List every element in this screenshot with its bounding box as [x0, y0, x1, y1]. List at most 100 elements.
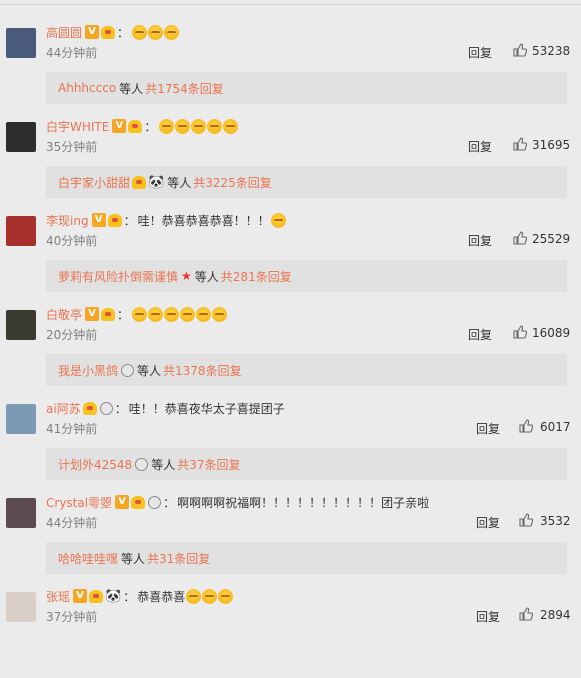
- thumbs-up-icon[interactable]: [519, 513, 534, 527]
- verified-v-icon: V: [91, 213, 106, 227]
- emoji-icon: [270, 212, 286, 228]
- like-count: 2894: [540, 608, 571, 622]
- member-crown-icon: [101, 25, 116, 39]
- reply-summary[interactable]: Ahhhccco 等人 共1754条回复: [46, 72, 567, 104]
- panda-icon: 🐼: [105, 588, 122, 604]
- reply-button[interactable]: 回复: [476, 514, 500, 531]
- emoji-icon: [218, 588, 234, 604]
- emoji-icon: [223, 118, 239, 134]
- member-crown-icon: [132, 175, 147, 189]
- avatar[interactable]: [6, 28, 36, 58]
- thumbs-up-icon[interactable]: [513, 231, 528, 245]
- reply-username[interactable]: 白宇家小甜甜: [58, 174, 130, 191]
- reply-button[interactable]: 回复: [468, 138, 492, 155]
- reply-button[interactable]: 回复: [468, 44, 492, 61]
- username-link[interactable]: 张瑶: [46, 588, 70, 605]
- colon: ：: [114, 401, 127, 416]
- emoji-icon: [159, 118, 175, 134]
- thumbs-up-icon[interactable]: [513, 137, 528, 151]
- reply-summary[interactable]: 哈哈哇哇嘿 等人 共31条回复: [46, 542, 567, 574]
- colon: ：: [163, 495, 176, 510]
- comment-content: 张瑶 V 🐼：恭喜恭喜: [46, 585, 234, 607]
- comment-item: 白宇WHITE V ： 35分钟前 回复 31695 白宇家小甜甜 🐼 等人 共3225条回复: [0, 114, 581, 208]
- verified-v-icon: V: [85, 307, 100, 321]
- medal-icon: [99, 401, 113, 415]
- verified-v-icon: V: [73, 589, 88, 603]
- member-crown-icon: [107, 213, 122, 227]
- timestamp: 44分钟前: [46, 516, 98, 530]
- username-link[interactable]: 白宇WHITE: [46, 118, 109, 135]
- avatar[interactable]: [6, 404, 36, 434]
- member-crown-icon: [101, 307, 116, 321]
- emoji-icon: [196, 306, 212, 322]
- avatar[interactable]: [6, 498, 36, 528]
- username-link[interactable]: 白敬亭: [46, 306, 82, 323]
- avatar[interactable]: [6, 310, 36, 340]
- username-link[interactable]: 高圆圆: [46, 24, 82, 41]
- thumbs-up-icon[interactable]: [519, 607, 534, 621]
- reply-mid-text: 等人: [194, 269, 219, 284]
- colon: ：: [117, 307, 130, 322]
- panda-icon: 🐼: [148, 174, 165, 190]
- reply-username[interactable]: 哈哈哇哇嘿: [58, 550, 118, 567]
- avatar[interactable]: [6, 216, 36, 246]
- avatar[interactable]: [6, 592, 36, 622]
- username-link[interactable]: Crystal雩曌: [46, 494, 112, 511]
- member-crown-icon: [131, 495, 146, 509]
- reply-summary[interactable]: 我是小黑鸽 等人 共1378条回复: [46, 354, 567, 386]
- verified-v-icon: V: [85, 25, 100, 39]
- emoji-icon: [164, 306, 180, 322]
- like-count: 6017: [540, 420, 571, 434]
- reply-mid-text: 等人: [121, 551, 146, 566]
- reply-count-link[interactable]: 共1378条回复: [163, 362, 242, 379]
- reply-count-link[interactable]: 共281条回复: [221, 268, 292, 285]
- reply-count-link[interactable]: 共1754条回复: [145, 80, 224, 97]
- reply-button[interactable]: 回复: [468, 232, 492, 249]
- reply-summary[interactable]: 计划外42548 等人 共37条回复: [46, 448, 567, 480]
- timestamp: 20分钟前: [46, 328, 98, 342]
- emoji-icon: [207, 118, 223, 134]
- comment-content: Crystal雩曌 V ：啊啊啊啊祝福啊！！！！！！！！！！团子亲啦: [46, 491, 429, 513]
- timestamp: 40分钟前: [46, 234, 98, 248]
- emoji-icon: [180, 306, 196, 322]
- comment-content: 白宇WHITE V ：: [46, 115, 239, 137]
- reply-username[interactable]: 我是小黑鸽: [58, 362, 118, 379]
- reply-username[interactable]: Ahhhccco: [58, 81, 116, 95]
- username-link[interactable]: 李现ing: [46, 212, 89, 229]
- reply-summary[interactable]: 萝莉有风险扑倒需谨慎 ★ 等人 共281条回复: [46, 260, 567, 292]
- medal-icon: [121, 363, 135, 377]
- medal-icon: [148, 495, 162, 509]
- username-link[interactable]: ai阿苏: [46, 400, 81, 417]
- comment-content: ai阿苏 ：哇！！恭喜夜华太子喜提团子: [46, 397, 285, 419]
- reply-button[interactable]: 回复: [468, 326, 492, 343]
- medal-icon: [135, 457, 149, 471]
- reply-summary[interactable]: 白宇家小甜甜 🐼 等人 共3225条回复: [46, 166, 567, 198]
- reply-button[interactable]: 回复: [476, 420, 500, 437]
- reply-count-link[interactable]: 共31条回复: [147, 550, 210, 567]
- emoji-icon: [148, 24, 164, 40]
- reply-count-link[interactable]: 共37条回复: [177, 456, 240, 473]
- comment-item: 白敬亭 V ： 20分钟前 回复 16089 我是小黑鸽 等人 共1378条回复: [0, 302, 581, 396]
- reply-button[interactable]: 回复: [476, 608, 500, 625]
- reply-mid-text: 等人: [167, 175, 192, 190]
- reply-count-link[interactable]: 共3225条回复: [193, 174, 272, 191]
- comment-text: 哇！恭喜恭喜恭喜！！！: [137, 213, 270, 228]
- emoji-icon: [164, 24, 180, 40]
- member-crown-icon: [128, 119, 143, 133]
- reply-username[interactable]: 计划外42548: [58, 456, 132, 473]
- comment-item: 张瑶 V 🐼：恭喜恭喜 37分钟前 回复 2894: [0, 584, 581, 678]
- emoji-icon: [132, 306, 148, 322]
- thumbs-up-icon[interactable]: [519, 419, 534, 433]
- thumbs-up-icon[interactable]: [513, 43, 528, 57]
- avatar[interactable]: [6, 122, 36, 152]
- emoji-icon: [132, 24, 148, 40]
- comment-text: 啊啊啊啊祝福啊！！！！！！！！！！团子亲啦: [177, 495, 430, 510]
- colon: ：: [117, 25, 130, 40]
- emoji-icon: [175, 118, 191, 134]
- verified-v-icon: V: [115, 495, 130, 509]
- thumbs-up-icon[interactable]: [513, 325, 528, 339]
- emoji-icon: [186, 588, 202, 604]
- comment-content: 高圆圆 V ：: [46, 21, 180, 43]
- reply-username[interactable]: 萝莉有风险扑倒需谨慎: [58, 268, 178, 285]
- timestamp: 41分钟前: [46, 422, 98, 436]
